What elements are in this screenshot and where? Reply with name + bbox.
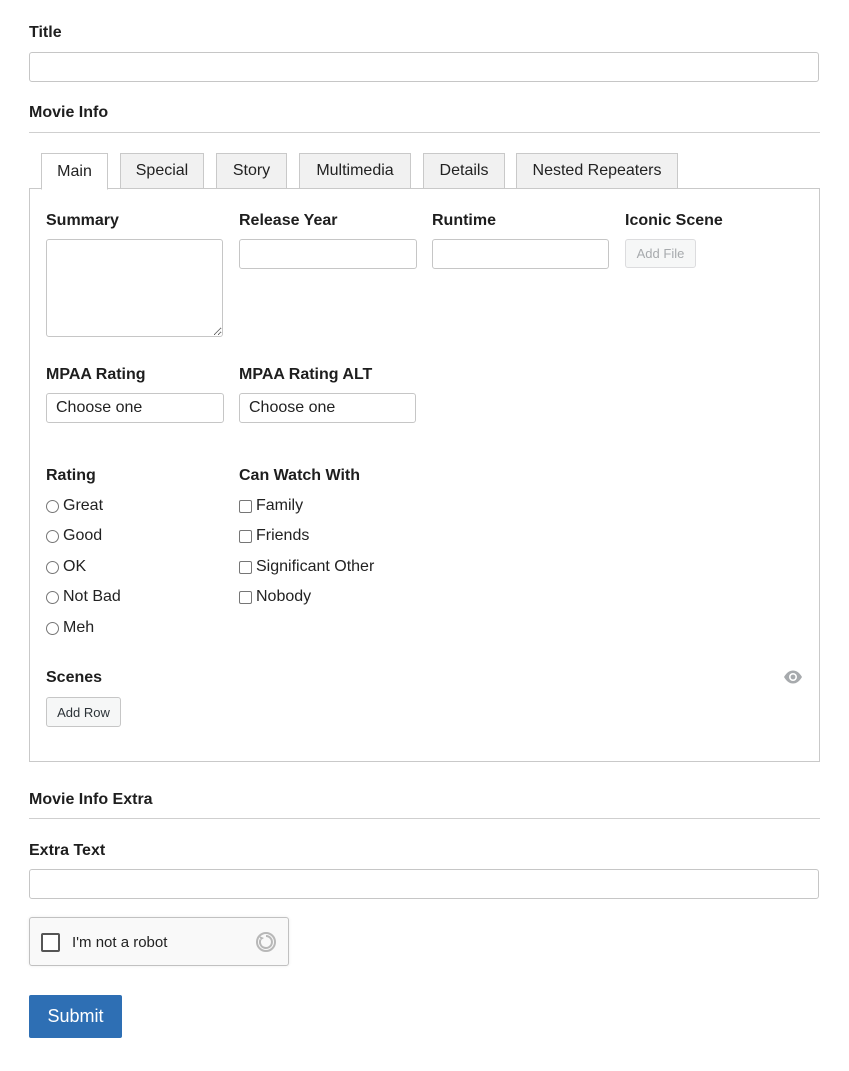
extra-text-input[interactable]: [29, 869, 819, 899]
watch-option-significant-other[interactable]: Significant Other: [239, 558, 374, 576]
summary-label: Summary: [46, 212, 119, 229]
tab-special[interactable]: Special: [120, 153, 204, 189]
radio-icon[interactable]: [46, 560, 59, 574]
rating-option-label: Not Bad: [63, 588, 121, 605]
rating-option-label: OK: [63, 558, 87, 575]
rating-option-label: Good: [63, 527, 103, 544]
checkbox-icon[interactable]: [239, 529, 252, 543]
rating-option-not-bad[interactable]: Not Bad: [46, 588, 121, 606]
mpaa-rating-alt-select[interactable]: Choose one: [239, 393, 416, 423]
recaptcha-widget: I'm not a robot: [29, 917, 289, 966]
title-input[interactable]: [29, 52, 819, 82]
rating-option-label: Great: [63, 497, 104, 514]
submit-button[interactable]: Submit: [29, 995, 122, 1038]
rating-label: Rating: [46, 467, 96, 484]
mpaa-rating-alt-label: MPAA Rating ALT: [239, 366, 373, 383]
release-year-input[interactable]: [239, 239, 417, 269]
radio-icon[interactable]: [46, 621, 59, 635]
watch-option-label: Significant Other: [256, 558, 375, 575]
movie-info-heading: Movie Info: [29, 104, 109, 121]
title-label: Title: [29, 24, 62, 41]
checkbox-icon[interactable]: [239, 560, 252, 574]
watch-option-label: Family: [256, 497, 304, 514]
tab-nested-repeaters[interactable]: Nested Repeaters: [516, 153, 678, 189]
runtime-label: Runtime: [432, 212, 496, 229]
extra-text-label: Extra Text: [29, 842, 106, 859]
watch-option-family[interactable]: Family: [239, 497, 303, 515]
summary-textarea[interactable]: [46, 239, 223, 337]
captcha-checkbox[interactable]: [41, 933, 60, 952]
checkbox-icon[interactable]: [239, 590, 252, 604]
rating-option-meh[interactable]: Meh: [46, 619, 94, 637]
eye-icon[interactable]: [783, 669, 803, 685]
tab-story[interactable]: Story: [216, 153, 287, 189]
captcha-label: I'm not a robot: [72, 934, 168, 951]
radio-icon[interactable]: [46, 590, 59, 604]
movie-info-extra-heading: Movie Info Extra: [29, 791, 153, 808]
tab-details[interactable]: Details: [423, 153, 505, 189]
add-file-button[interactable]: Add File: [625, 239, 696, 268]
tab-main[interactable]: Main: [41, 153, 108, 190]
recaptcha-icon: [255, 931, 277, 953]
watch-option-nobody[interactable]: Nobody: [239, 588, 311, 606]
rating-option-good[interactable]: Good: [46, 527, 102, 545]
radio-icon[interactable]: [46, 529, 59, 543]
mpaa-rating-select[interactable]: Choose one: [46, 393, 224, 423]
radio-icon[interactable]: [46, 499, 59, 513]
iconic-scene-label: Iconic Scene: [625, 212, 723, 229]
movie-info-divider: [29, 132, 820, 133]
movie-info-extra-divider: [29, 818, 820, 819]
runtime-input[interactable]: [432, 239, 609, 269]
watch-option-label: Friends: [256, 527, 310, 544]
rating-option-label: Meh: [63, 619, 95, 636]
checkbox-icon[interactable]: [239, 499, 252, 513]
watch-option-label: Nobody: [256, 588, 312, 605]
tab-multimedia[interactable]: Multimedia: [299, 153, 411, 189]
release-year-label: Release Year: [239, 212, 338, 229]
mpaa-rating-label: MPAA Rating: [46, 366, 146, 383]
add-row-button[interactable]: Add Row: [46, 697, 121, 727]
rating-option-great[interactable]: Great: [46, 497, 103, 515]
watch-option-friends[interactable]: Friends: [239, 527, 309, 545]
can-watch-with-label: Can Watch With: [239, 467, 361, 484]
rating-option-ok[interactable]: OK: [46, 558, 86, 576]
scenes-label: Scenes: [46, 669, 103, 686]
